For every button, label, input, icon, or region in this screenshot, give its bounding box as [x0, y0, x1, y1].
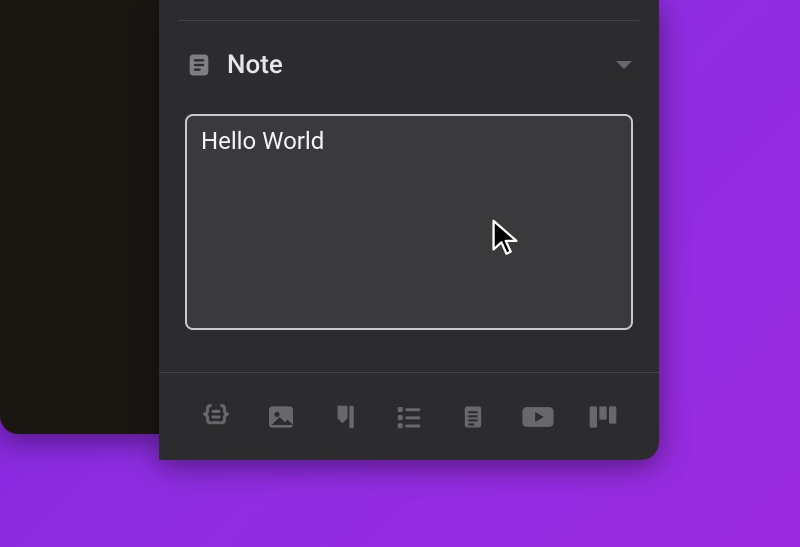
- note-textarea[interactable]: Hello World: [185, 114, 633, 330]
- image-button[interactable]: [265, 400, 297, 434]
- media-toolbar: [159, 372, 659, 460]
- document-button[interactable]: [457, 400, 489, 434]
- note-text-content: Hello World: [201, 127, 324, 155]
- note-section-title: Note: [227, 50, 283, 80]
- content-preview-strip: [0, 0, 160, 434]
- video-button[interactable]: [521, 400, 555, 434]
- inspector-panel: Note Hello World: [159, 0, 659, 460]
- list-button[interactable]: [393, 400, 425, 434]
- annotate-button[interactable]: [329, 400, 361, 434]
- code-block-button[interactable]: [199, 400, 233, 434]
- note-section-header[interactable]: Note: [185, 44, 633, 86]
- panel-divider: [179, 20, 639, 21]
- note-icon: [185, 51, 213, 79]
- collapse-chevron-icon[interactable]: [615, 59, 633, 71]
- board-button[interactable]: [587, 400, 619, 434]
